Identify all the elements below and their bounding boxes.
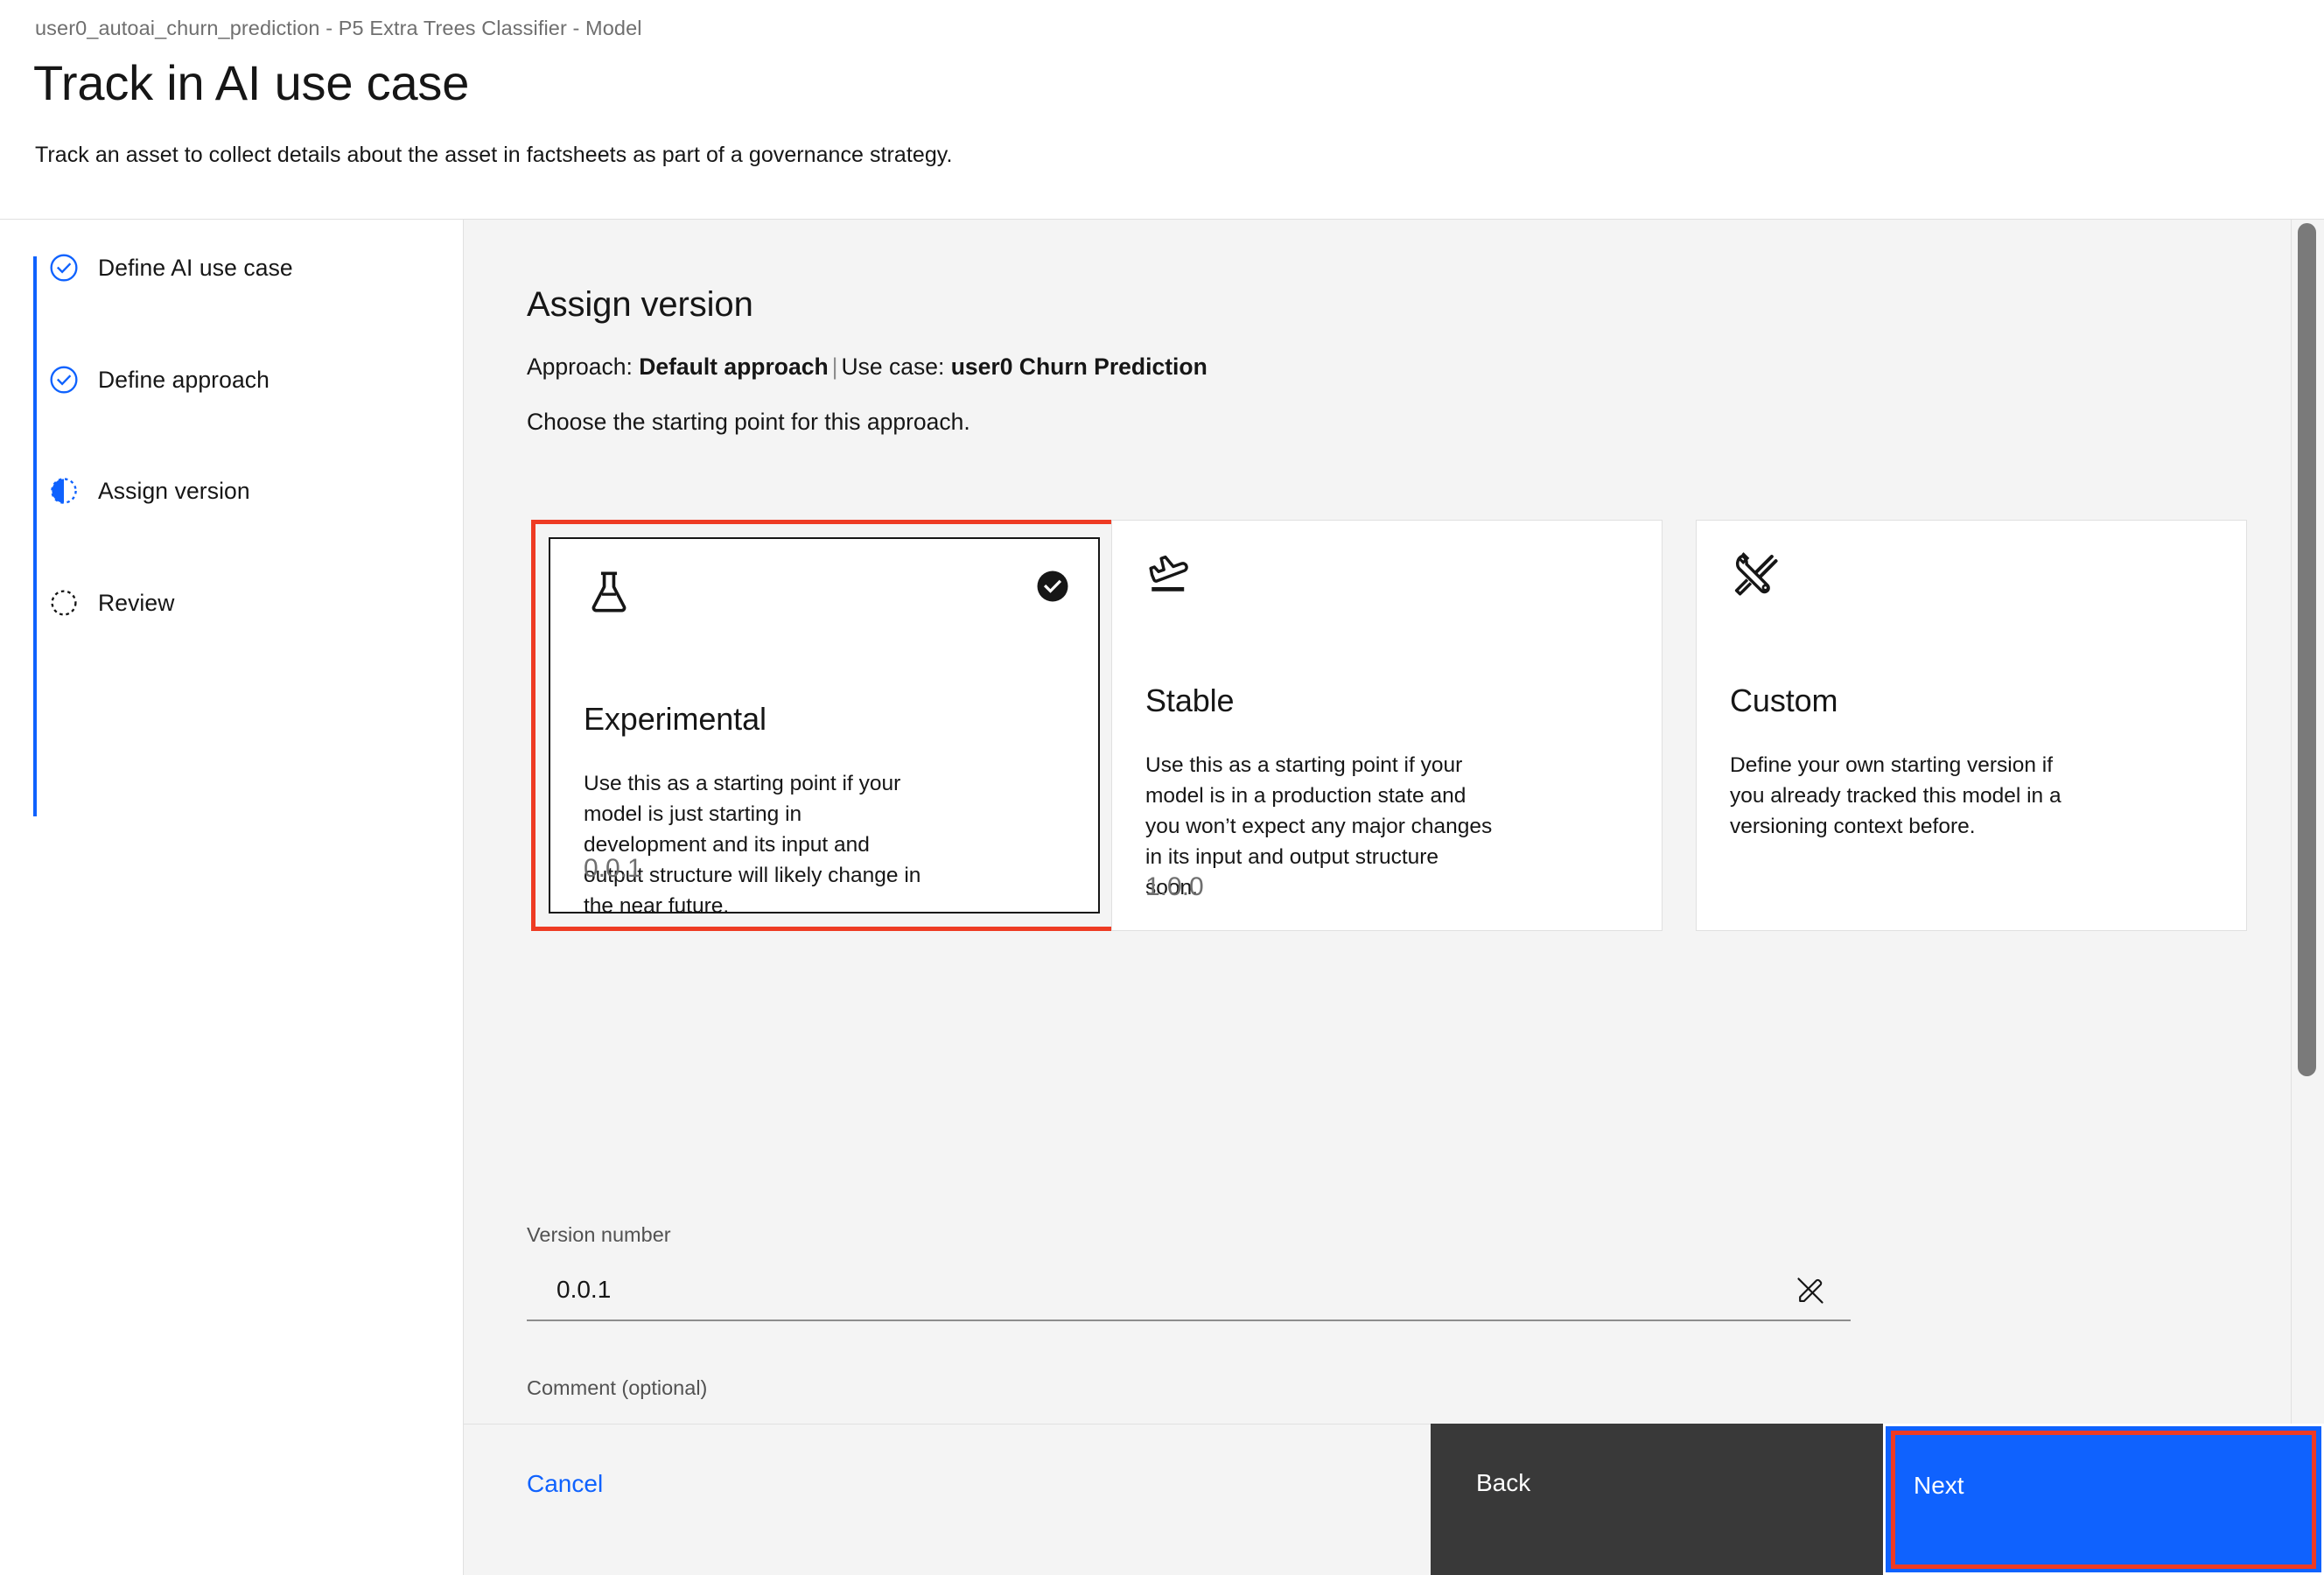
flask-icon bbox=[584, 567, 634, 618]
approach-value: Default approach bbox=[639, 354, 829, 380]
airplane-takeoff-icon bbox=[1145, 549, 1196, 599]
version-number-value: 0.0.1 bbox=[556, 1276, 612, 1303]
track-ai-use-case-page: user0_autoai_churn_prediction - P5 Extra… bbox=[0, 0, 2324, 1575]
card-title: Custom bbox=[1730, 682, 1838, 718]
main-scroll-region: Assign version Approach: Default approac… bbox=[464, 220, 2291, 1423]
tools-icon bbox=[1730, 549, 1781, 599]
approach-usecase-meta: Approach: Default approach | Use case: use… bbox=[527, 354, 1208, 381]
next-button[interactable]: Next bbox=[1883, 1424, 2324, 1575]
progress-sidebar: Define AI use case Define approach Assig… bbox=[0, 220, 464, 1575]
section-title: Assign version bbox=[527, 285, 753, 324]
instruction-text: Choose the starting point for this appro… bbox=[527, 409, 970, 435]
sidebar-item-define-approach[interactable]: Define approach bbox=[46, 358, 270, 402]
version-number-label: Version number bbox=[527, 1223, 671, 1246]
approach-label: Approach: bbox=[527, 354, 633, 380]
usecase-value: user0 Churn Prediction bbox=[950, 354, 1208, 380]
version-card-experimental[interactable]: Experimental Use this as a starting poin… bbox=[549, 537, 1100, 918]
version-option-cards: Experimental Use this as a starting poin… bbox=[527, 520, 2247, 931]
cancel-button[interactable]: Cancel bbox=[464, 1424, 1431, 1575]
breadcrumb: user0_autoai_churn_prediction - P5 Extra… bbox=[35, 17, 642, 39]
progress-rail-active bbox=[33, 256, 37, 816]
page-subtitle: Track an asset to collect details about … bbox=[35, 143, 953, 167]
vertical-scrollbar-thumb[interactable] bbox=[2298, 223, 2316, 1076]
selected-check-icon bbox=[1035, 569, 1070, 604]
back-button[interactable]: Back bbox=[1431, 1424, 1883, 1575]
card-slot-experimental: Experimental Use this as a starting poin… bbox=[527, 520, 1119, 931]
version-card-custom[interactable]: Custom Define your own starting version … bbox=[1696, 520, 2247, 931]
sidebar-item-define-ai-use-case[interactable]: Define AI use case bbox=[46, 246, 293, 290]
card-description: Use this as a starting point if your mod… bbox=[584, 772, 921, 918]
card-slot-stable: Stable Use this as a starting point if y… bbox=[1111, 520, 1662, 931]
card-slot-custom: Custom Define your own starting version … bbox=[1696, 520, 2247, 931]
wizard-footer: Cancel Back Next bbox=[464, 1424, 2324, 1575]
card-title: Experimental bbox=[584, 701, 766, 737]
comment-label: Comment (optional) bbox=[527, 1376, 708, 1399]
card-description: Define your own starting version if you … bbox=[1730, 753, 2062, 838]
version-number-input[interactable]: 0.0.1 bbox=[527, 1262, 1851, 1321]
half-circle-icon bbox=[49, 476, 79, 506]
sidebar-item-label: Define AI use case bbox=[98, 254, 293, 281]
dashed-circle-icon bbox=[49, 588, 79, 618]
page-title: Track in AI use case bbox=[33, 55, 470, 110]
sidebar-item-label: Assign version bbox=[98, 477, 250, 504]
sidebar-item-label: Define approach bbox=[98, 366, 270, 393]
main-panel: Assign version Approach: Default approac… bbox=[464, 220, 2324, 1575]
card-version: 0.0.1 bbox=[584, 854, 642, 883]
check-circle-icon bbox=[49, 253, 79, 283]
card-version: 1.0.0 bbox=[1145, 872, 1204, 901]
version-card-stable[interactable]: Stable Use this as a starting point if y… bbox=[1111, 520, 1662, 931]
edit-off-icon[interactable] bbox=[1795, 1275, 1826, 1306]
sidebar-item-review[interactable]: Review bbox=[46, 581, 175, 625]
card-title: Stable bbox=[1145, 682, 1235, 718]
next-button-slot: Next bbox=[1883, 1424, 2324, 1575]
page-header: user0_autoai_churn_prediction - P5 Extra… bbox=[0, 0, 2324, 220]
meta-separator: | bbox=[831, 354, 838, 380]
check-circle-icon bbox=[49, 365, 79, 395]
sidebar-item-assign-version[interactable]: Assign version bbox=[46, 469, 250, 513]
sidebar-item-label: Review bbox=[98, 589, 175, 616]
usecase-label: Use case: bbox=[841, 354, 945, 380]
